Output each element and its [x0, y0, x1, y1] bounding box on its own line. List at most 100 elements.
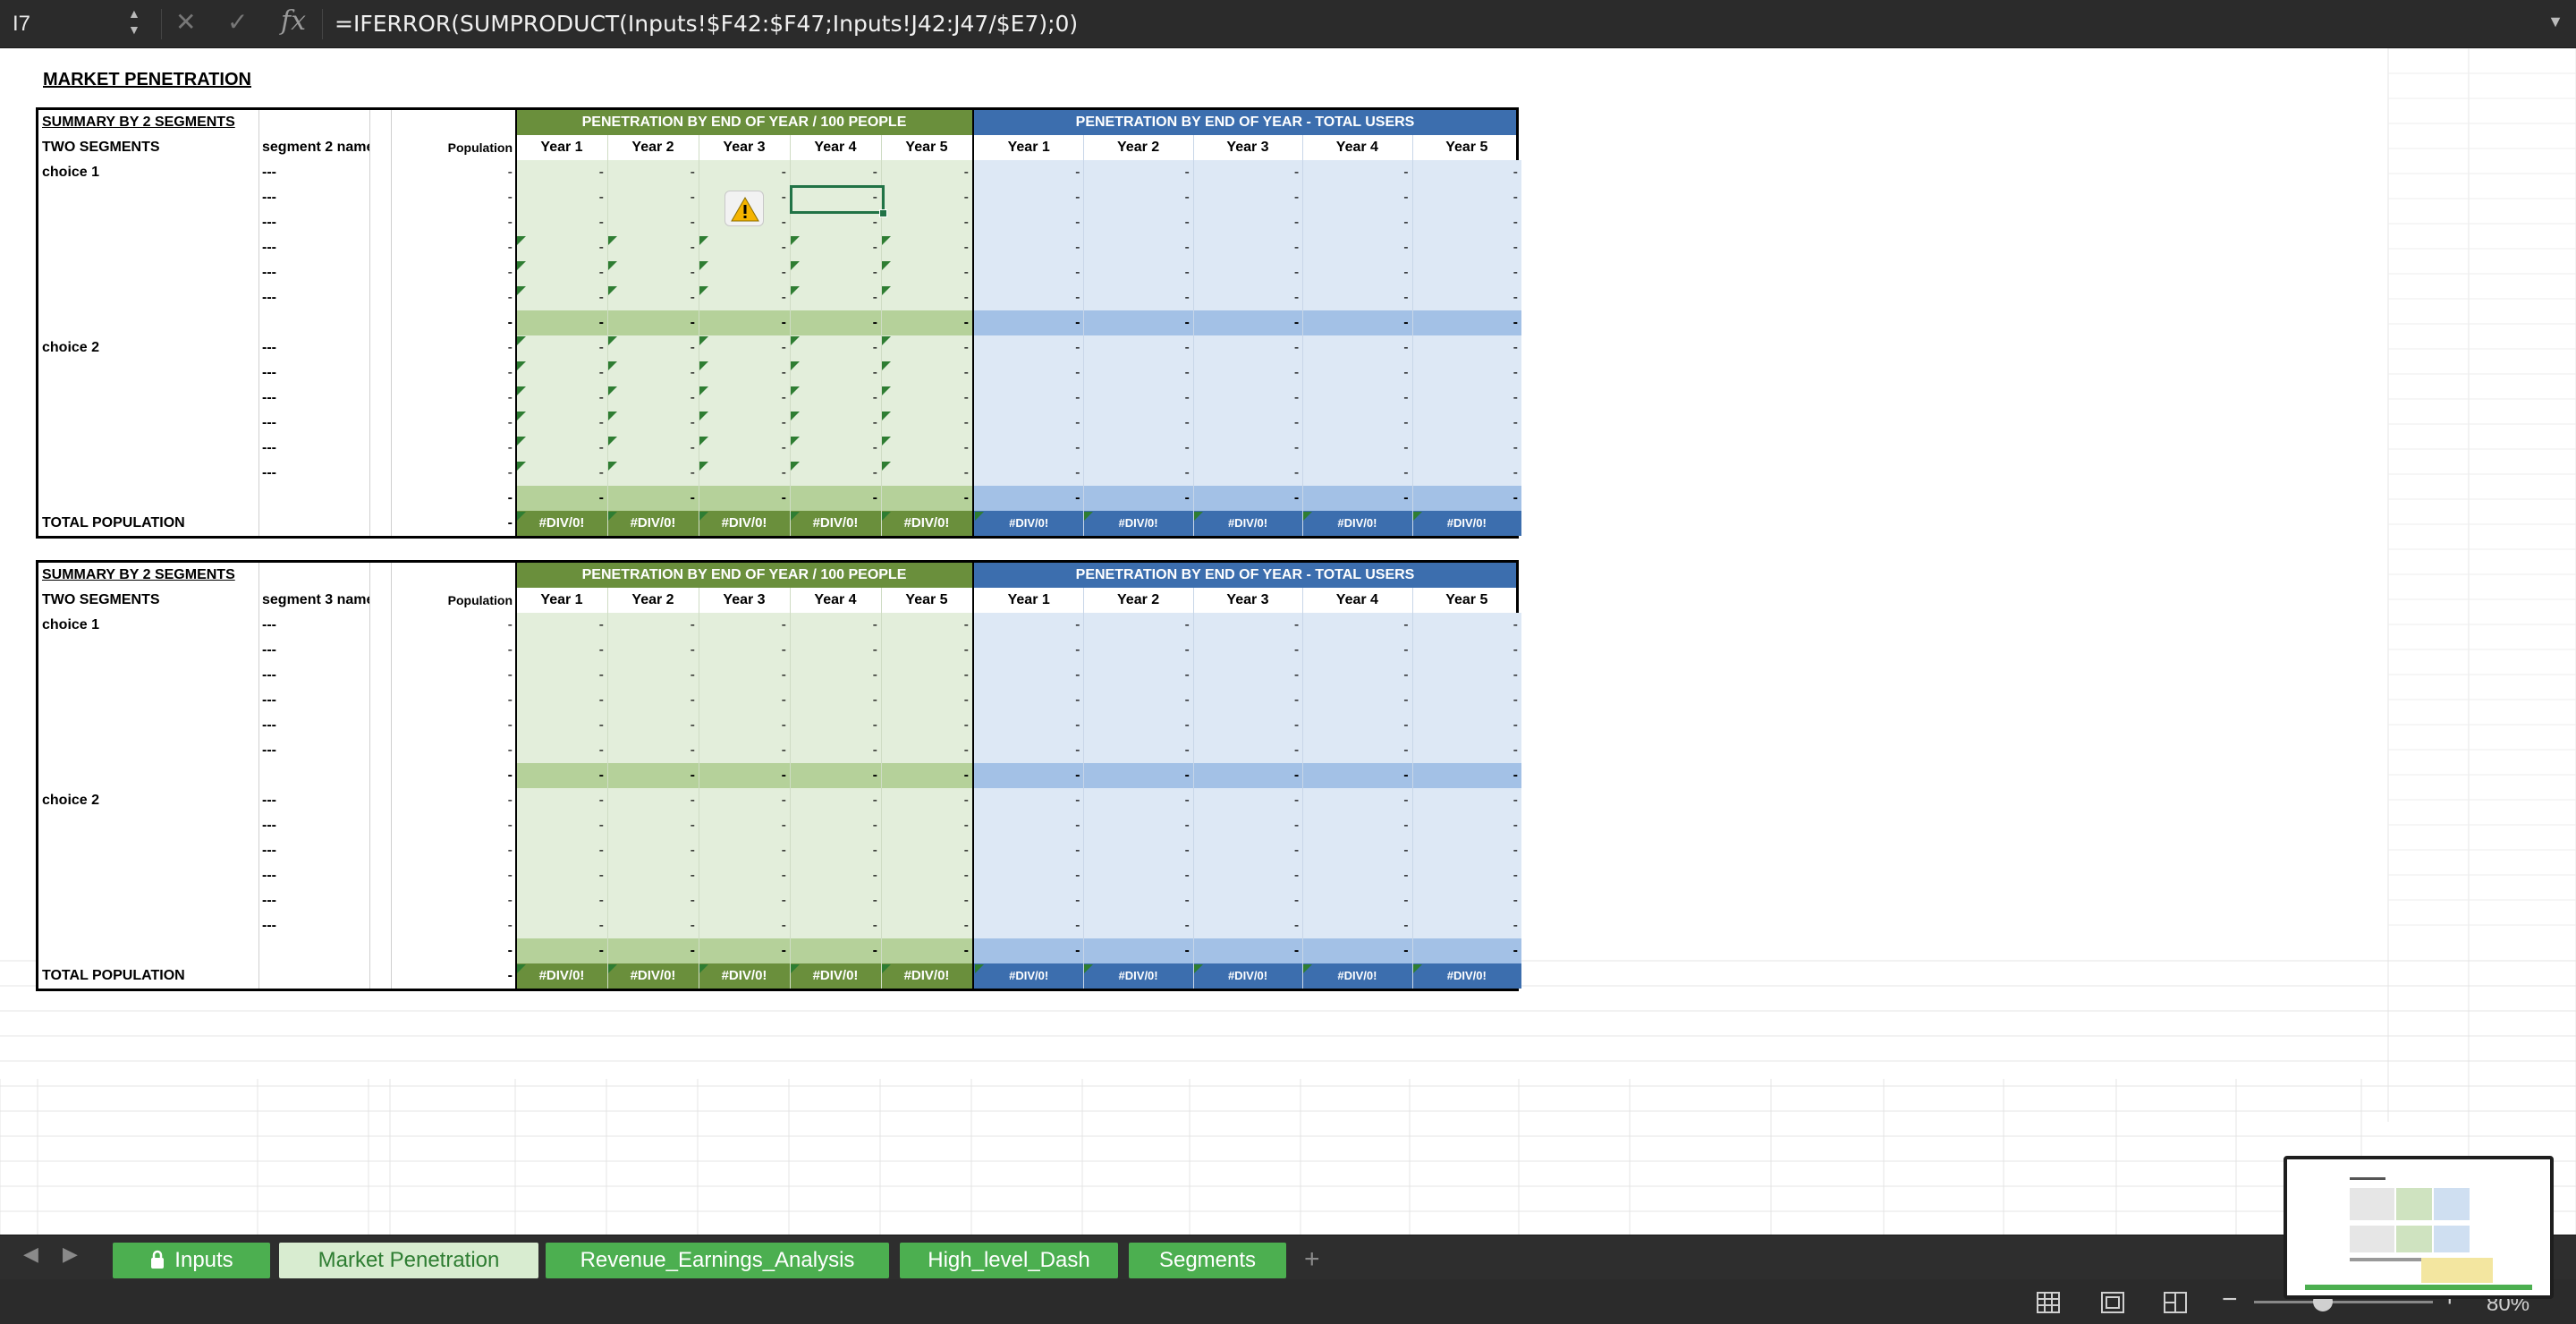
year-header[interactable]: Year 3	[699, 588, 790, 613]
penetration-per-100-value[interactable]: -	[607, 888, 699, 913]
penetration-total-users-value[interactable]: -	[1192, 386, 1303, 411]
population-value[interactable]: -	[391, 386, 516, 411]
penetration-total-users-value[interactable]: -	[974, 461, 1084, 486]
penetration-per-100-value[interactable]: -	[881, 386, 972, 411]
penetration-per-100-value[interactable]: -	[516, 486, 607, 511]
penetration-total-users-value[interactable]: -	[1192, 738, 1303, 763]
penetration-per-100-value[interactable]: -	[790, 638, 881, 663]
penetration-per-100-value[interactable]: -	[881, 461, 972, 486]
penetration-per-100-value[interactable]: -	[881, 411, 972, 436]
penetration-total-users-value[interactable]: -	[1083, 185, 1193, 210]
penetration-per-100-value[interactable]: -	[607, 386, 699, 411]
penetration-total-users-value[interactable]: -	[1411, 788, 1521, 813]
total-population-label[interactable]: TOTAL POPULATION	[38, 963, 258, 989]
penetration-total-users-value[interactable]: -	[1302, 838, 1412, 863]
penetration-total-users-value[interactable]: -	[974, 160, 1084, 185]
penetration-per-100-value[interactable]: -	[607, 361, 699, 386]
penetration-per-100-value[interactable]: #DIV/0!	[790, 963, 881, 989]
selected-cell[interactable]	[790, 185, 885, 214]
penetration-total-users-value[interactable]: -	[1302, 863, 1412, 888]
penetration-total-users-value[interactable]: -	[974, 436, 1084, 461]
sheet-thumbnail-preview[interactable]	[2284, 1156, 2554, 1299]
penetration-per-100-value[interactable]: -	[516, 335, 607, 361]
penetration-total-users-value[interactable]: -	[1192, 838, 1303, 863]
penetration-per-100-value[interactable]: -	[516, 613, 607, 638]
population-value[interactable]: -	[391, 863, 516, 888]
population-value[interactable]: -	[391, 963, 516, 989]
year-header[interactable]: Year 1	[516, 135, 607, 160]
population-value[interactable]: -	[391, 788, 516, 813]
penetration-per-100-value[interactable]: -	[790, 210, 881, 235]
penetration-per-100-value[interactable]: -	[516, 713, 607, 738]
penetration-total-users-value[interactable]: -	[1302, 888, 1412, 913]
year-header[interactable]: Year 1	[516, 588, 607, 613]
penetration-total-users-value[interactable]: -	[1192, 688, 1303, 713]
penetration-total-users-value[interactable]: -	[1083, 613, 1193, 638]
penetration-total-users-value[interactable]: -	[1302, 613, 1412, 638]
penetration-total-users-value[interactable]: #DIV/0!	[1411, 963, 1521, 989]
penetration-per-100-value[interactable]: -	[607, 863, 699, 888]
penetration-total-users-value[interactable]: -	[1302, 361, 1412, 386]
penetration-per-100-value[interactable]: -	[607, 210, 699, 235]
penetration-per-100-value[interactable]: -	[516, 361, 607, 386]
penetration-total-users-value[interactable]: -	[1083, 160, 1193, 185]
penetration-total-users-value[interactable]: -	[1083, 663, 1193, 688]
penetration-total-users-value[interactable]: -	[974, 863, 1084, 888]
year-header[interactable]: Year 1	[974, 588, 1083, 613]
year-header[interactable]: Year 2	[607, 135, 699, 160]
segment-name[interactable]: ---	[258, 411, 369, 436]
penetration-per-100-value[interactable]: -	[607, 185, 699, 210]
penetration-total-users-value[interactable]: #DIV/0!	[1411, 511, 1521, 536]
penetration-per-100-value[interactable]: -	[881, 260, 972, 285]
penetration-per-100-value[interactable]: -	[607, 663, 699, 688]
year-header[interactable]: Year 4	[1302, 588, 1411, 613]
expand-formula-bar-icon[interactable]: ▼	[2547, 13, 2563, 31]
summary-title[interactable]: SUMMARY BY 2 SEGMENTS	[38, 563, 258, 588]
penetration-total-users-value[interactable]: -	[1083, 335, 1193, 361]
segment-name[interactable]: ---	[258, 663, 369, 688]
penetration-total-users-value[interactable]: -	[1302, 386, 1412, 411]
penetration-per-100-value[interactable]: #DIV/0!	[790, 511, 881, 536]
population-value[interactable]: -	[391, 613, 516, 638]
penetration-per-100-value[interactable]: -	[881, 486, 972, 511]
zoom-slider[interactable]	[2254, 1301, 2433, 1303]
penetration-per-100-value[interactable]: -	[699, 713, 790, 738]
penetration-per-100-value[interactable]: -	[607, 838, 699, 863]
penetration-total-users-value[interactable]: -	[1302, 461, 1412, 486]
penetration-total-users-value[interactable]: -	[974, 411, 1084, 436]
penetration-total-users-value[interactable]: -	[1411, 913, 1521, 938]
penetration-total-users-value[interactable]: #DIV/0!	[1192, 511, 1303, 536]
penetration-per-100-value[interactable]: -	[881, 688, 972, 713]
penetration-per-100-value[interactable]: -	[881, 361, 972, 386]
penetration-total-users-value[interactable]: -	[1083, 638, 1193, 663]
penetration-total-users-value[interactable]: -	[1411, 335, 1521, 361]
segment-name[interactable]: ---	[258, 461, 369, 486]
population-value[interactable]: -	[391, 888, 516, 913]
penetration-per-100-value[interactable]: -	[516, 788, 607, 813]
penetration-total-users-value[interactable]: -	[1192, 185, 1303, 210]
penetration-per-100-value[interactable]: -	[790, 913, 881, 938]
penetration-total-users-value[interactable]: -	[1192, 361, 1303, 386]
penetration-total-users-value[interactable]: #DIV/0!	[1302, 511, 1412, 536]
sheet-tab-revenue-earnings-analysis[interactable]: Revenue_Earnings_Analysis	[546, 1243, 889, 1278]
penetration-per-100-value[interactable]: -	[699, 913, 790, 938]
segment-name[interactable]: ---	[258, 260, 369, 285]
penetration-per-100-value[interactable]: -	[790, 160, 881, 185]
population-value[interactable]: -	[391, 411, 516, 436]
population-value[interactable]: -	[391, 638, 516, 663]
penetration-total-users-value[interactable]: -	[1083, 863, 1193, 888]
population-value[interactable]: -	[391, 461, 516, 486]
year-header[interactable]: Year 5	[881, 588, 972, 613]
penetration-total-users-value[interactable]: -	[1411, 486, 1521, 511]
penetration-per-100-value[interactable]: -	[699, 738, 790, 763]
year-header[interactable]: Year 4	[1302, 135, 1411, 160]
penetration-total-users-value[interactable]: -	[1411, 738, 1521, 763]
penetration-per-100-value[interactable]: -	[607, 411, 699, 436]
penetration-per-100-value[interactable]: #DIV/0!	[516, 963, 607, 989]
population-value[interactable]: -	[391, 310, 516, 335]
segment-name[interactable]: ---	[258, 738, 369, 763]
page-break-icon[interactable]	[2157, 1288, 2193, 1317]
penetration-per-100-value[interactable]: -	[881, 335, 972, 361]
penetration-per-100-value[interactable]: -	[516, 813, 607, 838]
penetration-total-users-value[interactable]: -	[974, 361, 1084, 386]
